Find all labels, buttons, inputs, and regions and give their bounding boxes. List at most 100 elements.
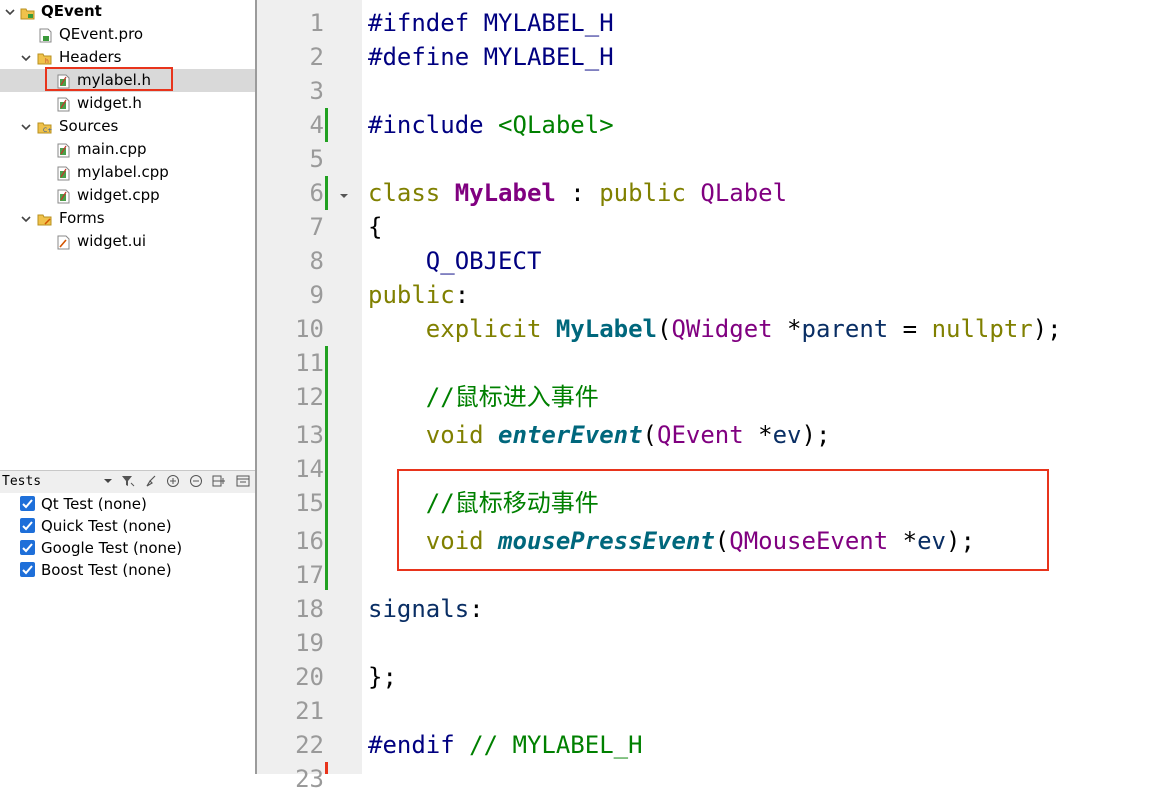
code-token: #endif	[368, 731, 470, 759]
code-token: QWidget	[671, 315, 773, 343]
code-token: public	[599, 179, 701, 207]
code-line: #ifndef MYLABEL_H	[368, 6, 614, 40]
project-icon	[20, 4, 35, 20]
line-number: 5	[309, 145, 324, 173]
code-token: MyLabel	[555, 315, 657, 343]
tree-item-project[interactable]: QEvent	[0, 0, 255, 23]
project-tree: QEvent QEvent.pro h Headers mylabel.h wi…	[0, 0, 255, 466]
code-token: :	[555, 179, 600, 207]
code-token: nullptr	[931, 315, 1033, 343]
fold-marker-icon[interactable]	[339, 186, 349, 205]
test-item-label: Google Test (none)	[41, 539, 183, 557]
line-number: 9	[309, 281, 324, 309]
change-bar	[325, 108, 328, 142]
split-icon[interactable]	[212, 474, 226, 488]
tree-item-label: QEvent.pro	[59, 25, 144, 43]
line-number: 6	[309, 179, 324, 207]
chevron-down-icon[interactable]	[20, 52, 32, 64]
collapse-icon[interactable]	[189, 474, 203, 488]
line-number: 16	[295, 527, 324, 555]
line-number: 14	[295, 455, 324, 483]
code-token: QLabel	[700, 179, 788, 207]
checkbox-checked[interactable]	[20, 518, 35, 533]
tree-item-label: widget.h	[77, 94, 142, 112]
tree-item-mylabel-cpp[interactable]: mylabel.cpp	[0, 161, 255, 184]
folder-icon	[37, 211, 52, 226]
expand-icon[interactable]	[166, 474, 180, 488]
code-token: MyLabel	[454, 179, 556, 207]
tree-item-headers-folder[interactable]: h Headers	[0, 46, 255, 69]
tree-item-sources-folder[interactable]: C+ Sources	[0, 115, 255, 138]
code-token: signals	[368, 595, 470, 623]
close-panel-icon[interactable]	[236, 474, 250, 488]
line-number: 15	[295, 489, 324, 517]
line-number: 17	[295, 561, 324, 589]
code-token: *	[743, 421, 773, 449]
broom-icon[interactable]	[144, 474, 158, 488]
line-number: 1	[309, 9, 324, 37]
code-token: 鼠标进入事件	[454, 383, 599, 411]
code-token: MYLABEL_H	[483, 43, 614, 71]
line-number: 10	[295, 315, 324, 343]
code-line: void enterEvent(QEvent *ev);	[368, 418, 831, 452]
form-file-icon	[56, 234, 71, 250]
code-line: explicit MyLabel(QWidget *parent = nullp…	[368, 312, 1062, 346]
code-line: #include <QLabel>	[368, 108, 614, 142]
code-token: //	[368, 383, 455, 411]
line-number: 21	[295, 697, 324, 725]
code-token: QEvent	[657, 421, 744, 449]
source-file-icon	[56, 142, 71, 158]
code-line: public:	[368, 278, 469, 312]
code-token: (	[657, 315, 672, 343]
tests-panel-toolbar: Tests	[0, 470, 255, 494]
line-number: 19	[295, 629, 324, 657]
code-token: );	[1032, 315, 1062, 343]
checkbox-checked[interactable]	[20, 562, 35, 577]
code-highlight-box	[397, 469, 1049, 571]
code-token: *	[772, 315, 802, 343]
filter-icon[interactable]	[121, 474, 135, 488]
tree-item-widget-h[interactable]: widget.h	[0, 92, 255, 115]
tests-panel-title: Tests	[2, 474, 42, 489]
tree-item-label: widget.cpp	[77, 186, 160, 204]
code-token: void	[368, 421, 499, 449]
source-file-icon	[56, 165, 71, 181]
test-item-label: Boost Test (none)	[41, 561, 172, 579]
chevron-down-icon[interactable]	[4, 6, 16, 18]
line-number: 8	[309, 247, 324, 275]
change-bar	[325, 762, 328, 774]
tree-item-label: widget.ui	[77, 232, 147, 250]
line-number: 11	[295, 349, 324, 377]
code-token: class	[368, 179, 455, 207]
code-token: :	[454, 281, 470, 309]
svg-text:h: h	[45, 58, 49, 65]
chevron-down-icon[interactable]	[20, 121, 32, 133]
tree-item-label: QEvent	[41, 2, 102, 20]
folder-icon: C+	[37, 119, 52, 134]
tree-item-label: Forms	[59, 209, 105, 227]
tree-item-pro-file[interactable]: QEvent.pro	[0, 23, 255, 46]
code-token: MYLABEL_H	[483, 9, 614, 37]
checkbox-checked[interactable]	[20, 496, 35, 511]
code-line: Q_OBJECT	[368, 244, 542, 278]
tests-list: Qt Test (none) Quick Test (none) Google …	[0, 493, 255, 774]
code-token: <QLabel>	[498, 111, 614, 139]
tree-item-widget-ui[interactable]: widget.ui	[0, 230, 255, 253]
checkbox-checked[interactable]	[20, 540, 35, 555]
pro-file-icon	[38, 27, 53, 43]
folder-icon: h	[37, 50, 52, 65]
code-line: #endif // MYLABEL_H	[368, 728, 643, 762]
dropdown-icon[interactable]	[101, 474, 115, 488]
code-token: parent	[801, 315, 889, 343]
line-number: 12	[295, 383, 324, 411]
chevron-down-icon[interactable]	[20, 213, 32, 225]
code-line: {	[368, 210, 382, 244]
line-number: 23	[295, 765, 324, 793]
tree-item-forms-folder[interactable]: Forms	[0, 207, 255, 230]
source-file-icon	[56, 188, 71, 204]
code-token: Q_OBJECT	[368, 247, 542, 275]
test-item-label: Quick Test (none)	[41, 517, 172, 535]
tree-item-widget-cpp[interactable]: widget.cpp	[0, 184, 255, 207]
tree-item-main-cpp[interactable]: main.cpp	[0, 138, 255, 161]
code-token: // MYLABEL_H	[469, 731, 643, 759]
